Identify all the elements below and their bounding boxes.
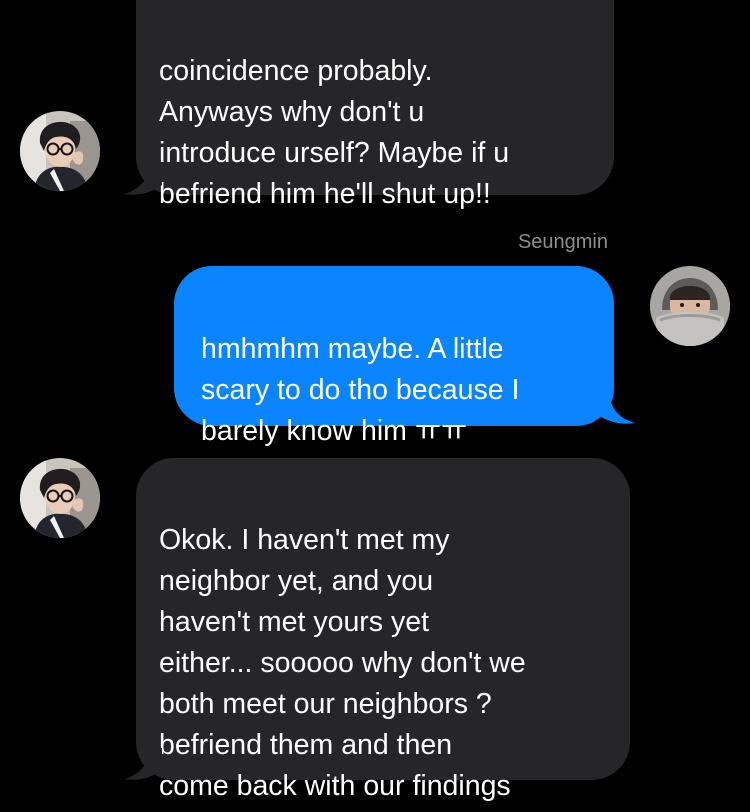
contact-avatar[interactable] [20,111,100,191]
person-photo-glasses-icon [20,458,100,538]
message-text: Okok. I haven't met my neighbor yet, and… [159,524,526,802]
incoming-message-bubble[interactable]: Okok. I haven't met my neighbor yet, and… [136,458,630,802]
sender-name: Seungmin [517,231,608,253]
outgoing-message-bubble[interactable]: hmhmhm maybe. A little scary to do tho b… [174,266,614,447]
person-photo-glasses-icon [20,111,100,191]
incoming-bubble-tail [124,748,162,780]
person-photo-hoodie-icon [650,266,730,346]
outgoing-bubble-tail [597,392,635,424]
incoming-bubble-tail [124,163,162,195]
message-text: coincidence probably. Anyways why don't … [159,55,510,210]
user-avatar[interactable] [650,266,730,346]
message-text: hmhmhm maybe. A little scary to do tho b… [201,333,520,447]
message-thread[interactable]: coincidence probably. Anyways why don't … [0,0,750,812]
incoming-message-bubble[interactable]: coincidence probably. Anyways why don't … [136,0,614,210]
contact-avatar[interactable] [20,458,100,538]
